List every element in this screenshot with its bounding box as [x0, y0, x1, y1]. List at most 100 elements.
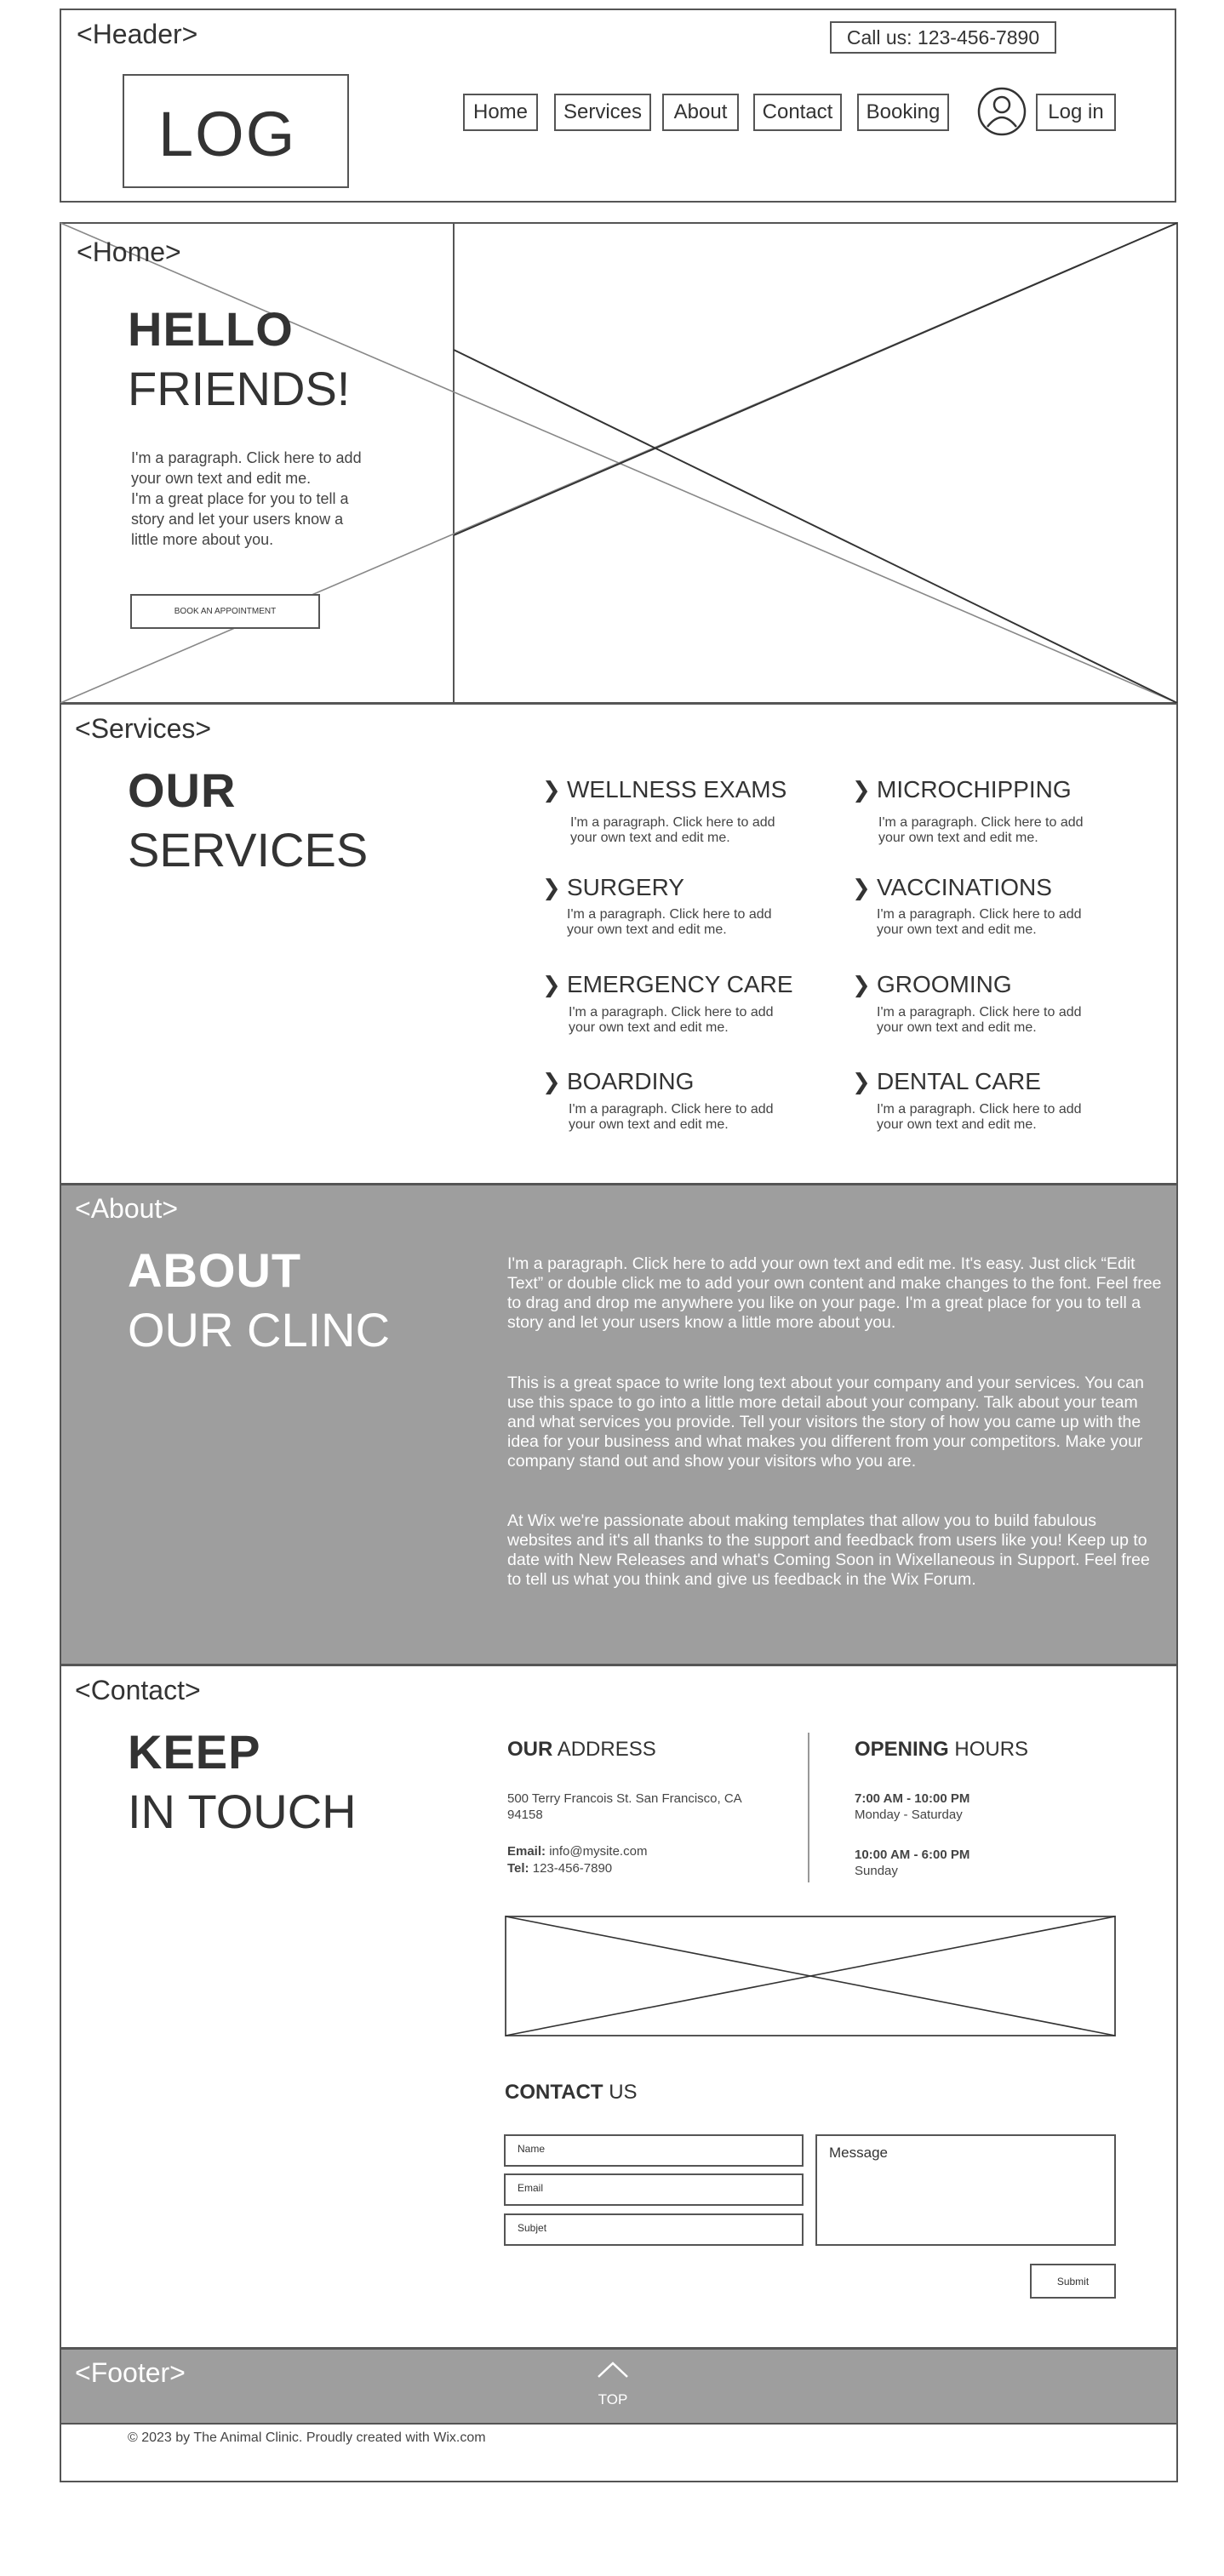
name-placeholder: Name [518, 2143, 546, 2155]
hours-time: 7:00 AM - 10:00 PM [855, 1791, 970, 1806]
phone-button[interactable]: Call us: 123-456-7890 [830, 21, 1056, 54]
home-paragraph-line: I'm a paragraph. Click here to add [131, 449, 362, 466]
service-text-vaccinations: I'm a paragraph. Click here to add your … [877, 907, 1082, 937]
home-paragraph-line: your own text and edit me. [131, 470, 312, 487]
home-paragraph: I'm a paragraph. Click here to add your … [131, 448, 420, 550]
top-label: TOP [598, 2391, 628, 2408]
service-title-grooming: GROOMING [877, 971, 1012, 997]
services-title-bold: OUR [128, 763, 237, 817]
contact-tel: Tel: 123-456-7890 [507, 1860, 612, 1876]
service-text-grooming: I'm a paragraph. Click here to add your … [877, 1005, 1082, 1035]
services-tag: <Services> [75, 713, 212, 744]
service-text-boarding: I'm a paragraph. Click here to add your … [569, 1102, 774, 1132]
services-title-light: SERVICES [128, 823, 369, 877]
service-text-emergency: I'm a paragraph. Click here to add your … [569, 1005, 774, 1035]
chevron-right-icon: ❯ [852, 875, 871, 900]
hours-weekday: 7:00 AM - 10:00 PM Monday - Saturday [855, 1791, 969, 1823]
nav-about[interactable]: About [662, 94, 739, 131]
contact-us-heading: CONTACT US [505, 2081, 638, 2105]
contact-divider [808, 1733, 809, 1882]
address-heading: OUR ADDRESS [507, 1738, 656, 1762]
address-heading-light: ADDRESS [557, 1738, 656, 1761]
nav-contact[interactable]: Contact [753, 94, 842, 131]
address-line: 500 Terry Francois St. San Francisco, CA [507, 1791, 742, 1806]
hours-heading: OPENING HOURS [855, 1738, 1028, 1762]
email-value[interactable]: info@mysite.com [549, 1844, 647, 1859]
tel-label: Tel: [507, 1861, 529, 1876]
chevron-right-icon: ❯ [542, 777, 561, 803]
tel-value[interactable]: 123-456-7890 [533, 1861, 612, 1876]
chevron-right-icon: ❯ [852, 972, 871, 997]
service-title-surgery: SURGERY [567, 874, 684, 900]
contact-title-light: IN TOUCH [128, 1785, 357, 1838]
address-line: 94158 [507, 1808, 543, 1822]
contact-title-bold: KEEP [128, 1725, 261, 1779]
logo-text: LOG [158, 99, 297, 169]
book-appointment-label: BOOK AN APPOINTMENT [174, 607, 277, 616]
chevron-right-icon: ❯ [542, 1069, 561, 1094]
contact-email: Email: info@mysite.com [507, 1843, 647, 1859]
home-tag: <Home> [77, 237, 181, 267]
subject-placeholder: Subjet [518, 2222, 547, 2234]
contact-us-bold: CONTACT [505, 2081, 603, 2104]
footer-tag: <Footer> [75, 2357, 186, 2388]
login-button[interactable]: Log in [1036, 94, 1116, 131]
service-text-surgery: I'm a paragraph. Click here to add your … [567, 907, 772, 937]
contact-tag: <Contact> [75, 1675, 201, 1705]
home-title-light: FRIENDS! [128, 362, 351, 415]
service-title-wellness: WELLNESS EXAMS [567, 776, 787, 803]
message-textarea[interactable]: Message [815, 2134, 1116, 2246]
about-paragraph-1: I'm a paragraph. Click here to add your … [507, 1254, 1162, 1332]
hours-days: Sunday [855, 1864, 898, 1878]
chevron-right-icon: ❯ [852, 1069, 871, 1094]
phone-label: Call us: 123-456-7890 [846, 26, 1040, 49]
chevron-right-icon: ❯ [542, 875, 561, 900]
home-title-bold: HELLO [128, 302, 294, 356]
chevron-up-icon [598, 2362, 628, 2378]
copyright-text: © 2023 by The Animal Clinic. Proudly cre… [128, 2430, 486, 2445]
service-title-dental: DENTAL CARE [877, 1068, 1041, 1094]
hours-time: 10:00 AM - 6:00 PM [855, 1848, 970, 1862]
service-text-microchipping: I'm a paragraph. Click here to add your … [878, 815, 1084, 845]
hours-heading-light: HOURS [954, 1738, 1029, 1761]
chevron-right-icon: ❯ [852, 777, 871, 803]
home-paragraph-line: little more about you. [131, 531, 274, 548]
address-heading-bold: OUR [507, 1738, 553, 1761]
user-avatar-icon[interactable] [976, 86, 1027, 137]
book-appointment-button[interactable]: BOOK AN APPOINTMENT [130, 594, 320, 629]
nav-about-label: About [673, 100, 728, 123]
about-paragraph-3: At Wix we're passionate about making tem… [507, 1511, 1150, 1589]
back-to-top-button[interactable]: TOP [587, 2359, 638, 2415]
address-text: 500 Terry Francois St. San Francisco, CA… [507, 1791, 742, 1823]
service-title-boarding: BOARDING [567, 1068, 695, 1094]
logo[interactable]: LOG [123, 74, 349, 188]
hours-days: Monday - Saturday [855, 1808, 963, 1822]
name-input[interactable]: Name [504, 2134, 804, 2167]
subject-input[interactable]: Subjet [504, 2213, 804, 2246]
contact-us-light: US [609, 2081, 638, 2104]
nav-services[interactable]: Services [554, 94, 651, 131]
service-title-vaccinations: VACCINATIONS [877, 874, 1052, 900]
home-paragraph-line: I'm a great place for you to tell a [131, 490, 349, 507]
submit-label: Submit [1056, 2275, 1090, 2288]
map-placeholder[interactable] [505, 1916, 1116, 2036]
hours-heading-bold: OPENING [855, 1738, 949, 1761]
email-placeholder: Email [518, 2182, 544, 2194]
about-tag: <About> [75, 1193, 178, 1224]
email-label: Email: [507, 1844, 546, 1859]
nav-booking[interactable]: Booking [857, 94, 949, 131]
nav-home-label: Home [472, 100, 529, 123]
email-input[interactable]: Email [504, 2173, 804, 2206]
hours-sunday: 10:00 AM - 6:00 PM Sunday [855, 1847, 969, 1879]
submit-button[interactable]: Submit [1030, 2264, 1116, 2299]
service-text-dental: I'm a paragraph. Click here to add your … [877, 1102, 1082, 1132]
about-title-bold: ABOUT [128, 1243, 302, 1297]
header-tag: <Header> [77, 19, 198, 49]
nav-services-label: Services [563, 100, 643, 123]
about-title-light: OUR CLINC [128, 1303, 391, 1357]
service-title-emergency: EMERGENCY CARE [567, 971, 793, 997]
chevron-right-icon: ❯ [542, 972, 561, 997]
service-title-microchipping: MICROCHIPPING [877, 776, 1072, 803]
nav-home[interactable]: Home [463, 94, 538, 131]
about-paragraph-2: This is a great space to write long text… [507, 1374, 1144, 1471]
